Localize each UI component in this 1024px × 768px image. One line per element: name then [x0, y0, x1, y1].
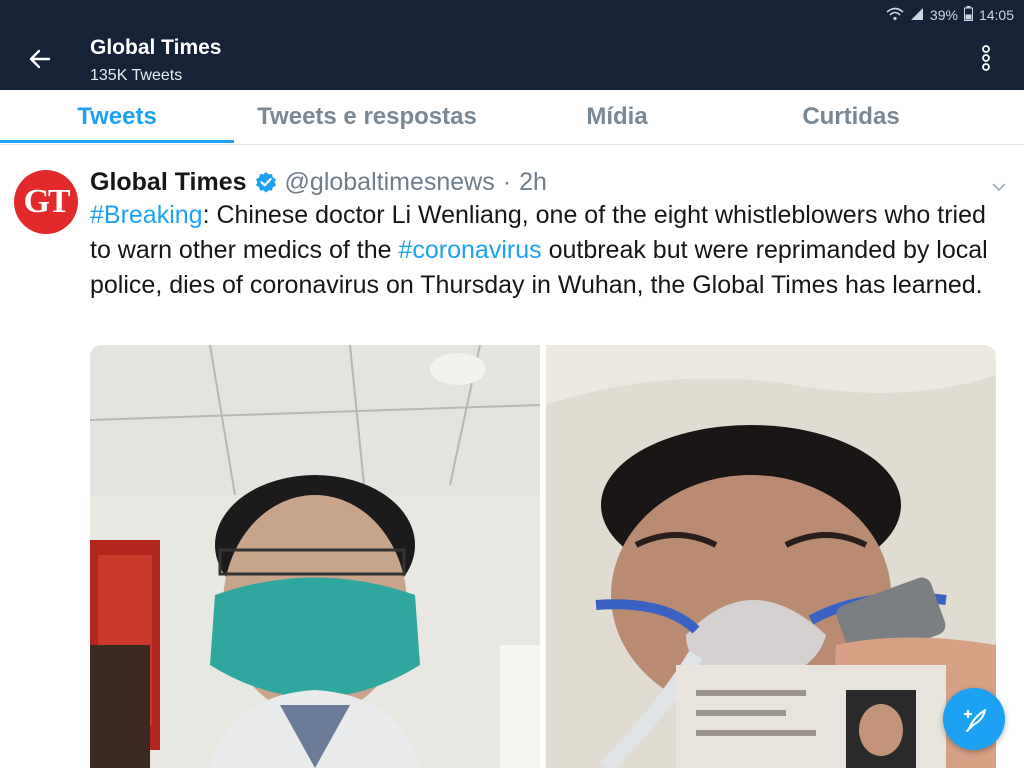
tab-tweets[interactable]: Tweets — [0, 90, 234, 144]
author-name[interactable]: Global Times — [90, 168, 247, 197]
profile-tabs: Tweets Tweets e respostas Mídia Curtidas — [0, 90, 1024, 145]
tweet-text: #Breaking: Chinese doctor Li Wenliang, o… — [90, 198, 1000, 303]
page-title: Global Times — [90, 36, 222, 59]
more-vertical-icon — [982, 45, 990, 71]
active-tab-indicator — [0, 140, 234, 143]
compose-feather-icon — [963, 709, 986, 732]
app-bar: Global Times 135K Tweets — [0, 28, 1024, 90]
media-photo-1[interactable] — [90, 345, 541, 768]
battery-icon — [963, 6, 973, 24]
avatar[interactable]: GT — [14, 170, 78, 234]
meta-separator: · — [502, 167, 512, 196]
chevron-down-icon — [992, 182, 1006, 191]
battery-percent: 39% — [929, 7, 958, 23]
more-options-button[interactable] — [974, 43, 998, 73]
tweet-timestamp[interactable]: 2h — [519, 168, 547, 197]
tab-likes[interactable]: Curtidas — [734, 90, 968, 144]
tweet-media — [90, 345, 996, 768]
author-handle[interactable]: @globaltimesnews — [285, 168, 495, 197]
tweet-menu-button[interactable] — [988, 176, 1010, 198]
verified-badge-icon — [255, 171, 277, 193]
wifi-icon — [886, 7, 904, 24]
tab-media[interactable]: Mídia — [500, 90, 734, 144]
tweet-header: Global Times @globaltimesnews · 2h — [90, 166, 547, 198]
media-photo-2[interactable] — [546, 345, 996, 768]
signal-icon — [910, 7, 924, 24]
status-indicators: 39% 14:05 — [886, 6, 1014, 24]
avatar-logo-text: GT — [23, 183, 70, 220]
status-bar: 39% 14:05 — [0, 0, 1024, 28]
compose-tweet-button[interactable] — [943, 688, 1005, 750]
back-button[interactable] — [26, 45, 54, 73]
clock: 14:05 — [978, 7, 1014, 23]
tab-tweets-and-replies[interactable]: Tweets e respostas — [234, 90, 500, 144]
hashtag-breaking[interactable]: #Breaking — [90, 201, 203, 229]
tweet-count: 135K Tweets — [90, 67, 183, 84]
hashtag-coronavirus[interactable]: #coronavirus — [398, 236, 541, 264]
arrow-left-icon — [29, 49, 51, 69]
